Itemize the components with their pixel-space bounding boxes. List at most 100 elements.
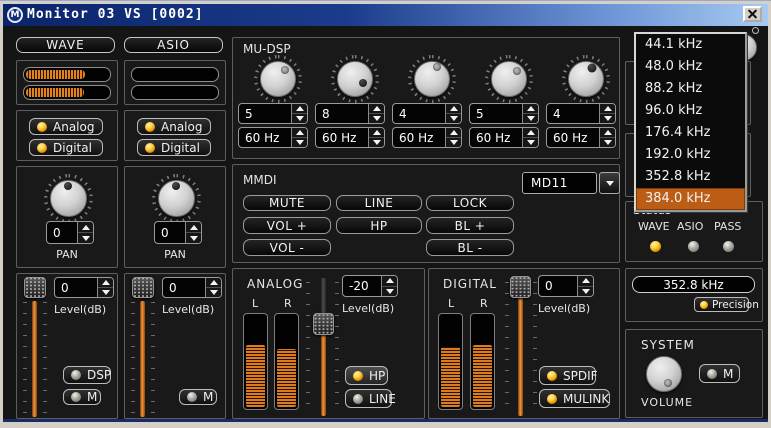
- mmdi-hp-button[interactable]: HP: [336, 217, 422, 234]
- asio-pan-value[interactable]: 0: [155, 222, 185, 243]
- rate-option-selected[interactable]: 384.0 kHz: [636, 188, 745, 210]
- spin-up-icon[interactable]: [523, 128, 538, 138]
- close-button[interactable]: [743, 6, 762, 22]
- spin-down-icon[interactable]: [206, 288, 221, 297]
- wave-analog-button[interactable]: Analog: [29, 118, 103, 135]
- eq-band2-gain[interactable]: 8: [316, 104, 368, 123]
- mmdi-lock-button[interactable]: LOCK: [426, 195, 514, 211]
- spin-up-icon[interactable]: [292, 128, 307, 138]
- spin-down-icon[interactable]: [600, 138, 615, 147]
- spin-down-icon[interactable]: [292, 114, 307, 123]
- mmdi-device-dropdown-button[interactable]: [599, 172, 620, 194]
- digital-mulink-button[interactable]: MULINK: [539, 389, 610, 408]
- eq-band4-gain[interactable]: 5: [470, 104, 522, 123]
- spin-down-icon[interactable]: [578, 287, 593, 297]
- eq-band4-gain-spinner[interactable]: 5: [469, 103, 539, 124]
- digital-fader-handle[interactable]: [510, 276, 531, 298]
- analog-level-value[interactable]: -20: [343, 276, 381, 296]
- spin-down-icon[interactable]: [186, 233, 201, 243]
- eq-band5-gain[interactable]: 4: [547, 104, 599, 123]
- spin-up-icon[interactable]: [186, 222, 201, 233]
- digital-fader-track[interactable]: [518, 297, 523, 416]
- wave-pan-spinner[interactable]: 0: [46, 221, 94, 244]
- spin-down-icon[interactable]: [446, 114, 461, 123]
- spin-up-icon[interactable]: [382, 276, 397, 287]
- eq-band1-freq-spinner[interactable]: 60 Hz: [238, 127, 308, 148]
- mmdi-vol-minus-button[interactable]: VOL -: [243, 239, 331, 256]
- spin-down-icon[interactable]: [600, 114, 615, 123]
- asio-pan-spinner[interactable]: 0: [154, 221, 202, 244]
- eq-band4-knob[interactable]: [491, 61, 527, 97]
- eq-band3-knob[interactable]: [414, 61, 450, 97]
- eq-band2-gain-spinner[interactable]: 8: [315, 103, 385, 124]
- spin-up-icon[interactable]: [369, 128, 384, 138]
- eq-band5-knob[interactable]: [568, 61, 604, 97]
- mmdi-vol-plus-button[interactable]: VOL +: [243, 217, 331, 234]
- analog-hp-button[interactable]: HP: [345, 366, 388, 385]
- digital-level-spinner[interactable]: 0: [538, 275, 594, 297]
- spin-down-icon[interactable]: [369, 138, 384, 147]
- rate-option[interactable]: 352.8 kHz: [636, 166, 745, 188]
- rate-option[interactable]: 88.2 kHz: [636, 78, 745, 100]
- mmdi-mute-button[interactable]: MUTE: [243, 195, 331, 211]
- system-mute-button[interactable]: M: [699, 364, 740, 383]
- spin-up-icon[interactable]: [292, 104, 307, 114]
- spin-up-icon[interactable]: [600, 128, 615, 138]
- rate-option[interactable]: 176.4 kHz: [636, 122, 745, 144]
- wave-pan-knob[interactable]: [50, 180, 87, 217]
- spin-up-icon[interactable]: [600, 104, 615, 114]
- eq-band3-gain-spinner[interactable]: 4: [392, 103, 462, 124]
- spin-down-icon[interactable]: [369, 114, 384, 123]
- wave-dsp-button[interactable]: DSP: [63, 366, 111, 384]
- eq-band3-freq-spinner[interactable]: 60 Hz: [392, 127, 462, 148]
- eq-band1-gain[interactable]: 5: [239, 104, 291, 123]
- asio-fader-handle[interactable]: [132, 277, 154, 298]
- asio-fader-track[interactable]: [140, 301, 145, 417]
- asio-mute-button[interactable]: M: [179, 389, 217, 405]
- eq-band1-gain-spinner[interactable]: 5: [238, 103, 308, 124]
- mmdi-device-combobox[interactable]: MD11: [522, 172, 597, 194]
- eq-band4-freq-spinner[interactable]: 60 Hz: [469, 127, 539, 148]
- spin-up-icon[interactable]: [446, 128, 461, 138]
- wave-source-button[interactable]: WAVE: [16, 37, 115, 53]
- eq-band4-freq[interactable]: 60 Hz: [470, 128, 522, 147]
- analog-level-spinner[interactable]: -20: [342, 275, 398, 297]
- mmdi-line-button[interactable]: LINE: [336, 195, 422, 211]
- eq-band3-freq[interactable]: 60 Hz: [393, 128, 445, 147]
- eq-band1-knob[interactable]: [260, 61, 296, 97]
- asio-level-spinner[interactable]: 0: [162, 277, 222, 298]
- spin-down-icon[interactable]: [523, 114, 538, 123]
- analog-fader-track[interactable]: [321, 334, 326, 416]
- digital-level-value[interactable]: 0: [539, 276, 577, 296]
- asio-source-button[interactable]: ASIO: [124, 37, 223, 53]
- asio-level-value[interactable]: 0: [163, 278, 205, 297]
- spin-up-icon[interactable]: [369, 104, 384, 114]
- spin-up-icon[interactable]: [523, 104, 538, 114]
- eq-band2-knob[interactable]: [337, 61, 373, 97]
- spin-down-icon[interactable]: [446, 138, 461, 147]
- spin-up-icon[interactable]: [578, 276, 593, 287]
- wave-fader-handle[interactable]: [24, 277, 46, 298]
- wave-mute-button[interactable]: M: [63, 389, 101, 405]
- eq-band5-gain-spinner[interactable]: 4: [546, 103, 616, 124]
- wave-digital-button[interactable]: Digital: [29, 139, 103, 156]
- rate-option[interactable]: 44.1 kHz: [636, 34, 745, 56]
- asio-analog-button[interactable]: Analog: [137, 118, 211, 135]
- eq-band1-freq[interactable]: 60 Hz: [239, 128, 291, 147]
- rate-option[interactable]: 192.0 kHz: [636, 144, 745, 166]
- wave-fader-track[interactable]: [32, 301, 37, 417]
- eq-band2-freq-spinner[interactable]: 60 Hz: [315, 127, 385, 148]
- system-volume-knob[interactable]: [646, 356, 682, 392]
- asio-pan-knob[interactable]: [158, 180, 195, 217]
- spin-down-icon[interactable]: [382, 287, 397, 297]
- spin-down-icon[interactable]: [78, 233, 93, 243]
- spin-up-icon[interactable]: [446, 104, 461, 114]
- wave-pan-value[interactable]: 0: [47, 222, 77, 243]
- eq-band5-freq[interactable]: 60 Hz: [547, 128, 599, 147]
- spin-up-icon[interactable]: [98, 278, 113, 288]
- wave-level-value[interactable]: 0: [55, 278, 97, 297]
- wave-level-spinner[interactable]: 0: [54, 277, 114, 298]
- mmdi-bl-minus-button[interactable]: BL -: [426, 239, 514, 256]
- eq-band5-freq-spinner[interactable]: 60 Hz: [546, 127, 616, 148]
- spin-up-icon[interactable]: [78, 222, 93, 233]
